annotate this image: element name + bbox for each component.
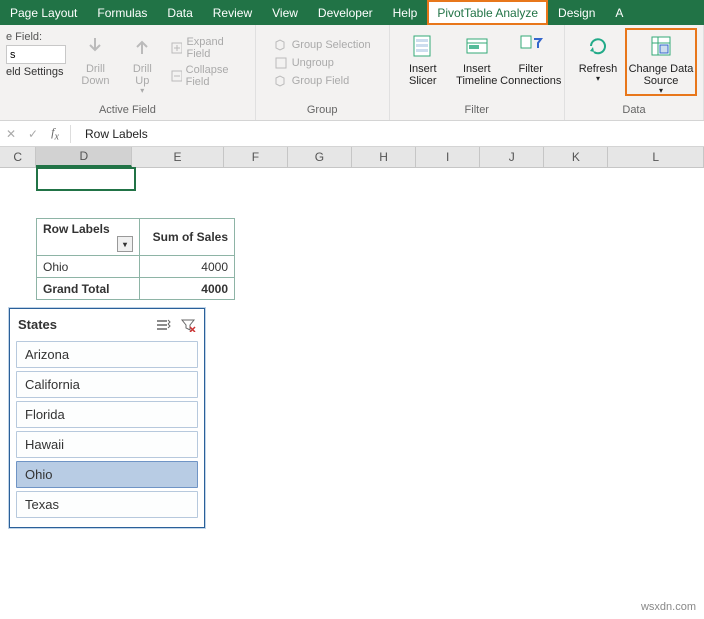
group-label-filter: Filter <box>465 102 489 118</box>
column-header-d[interactable]: D <box>36 147 132 167</box>
collapse-field-button[interactable]: Collapse Field <box>166 62 249 90</box>
multi-select-icon[interactable] <box>156 318 172 332</box>
filter-connections-icon <box>517 32 545 60</box>
slicer-item[interactable]: Ohio <box>16 461 198 488</box>
group-group: Group Selection Ungroup Group Field Grou… <box>256 25 390 120</box>
group-selection-icon <box>274 38 288 52</box>
pivot-grand-total-label: Grand Total <box>37 278 140 300</box>
slicer-states[interactable]: States Arizona California Florida Hawaii Ohi… <box>9 308 205 528</box>
slicer-item[interactable]: Florida <box>16 401 198 428</box>
worksheet[interactable]: Row Labels ▾ Sum of Sales Ohio4000 Grand… <box>0 168 704 598</box>
column-header-k[interactable]: K <box>544 147 608 167</box>
pivot-table[interactable]: Row Labels ▾ Sum of Sales Ohio4000 Grand… <box>36 218 235 300</box>
fx-icon[interactable]: fx <box>44 125 66 142</box>
change-data-source-icon <box>647 32 675 60</box>
ungroup-icon <box>274 56 288 70</box>
collapse-icon <box>170 69 182 83</box>
slicer-icon <box>409 32 437 60</box>
tab-developer[interactable]: Developer <box>308 0 383 25</box>
change-data-source-button[interactable]: Change Data Source <box>625 28 697 96</box>
filter-connections-button[interactable]: Filter Connections <box>504 28 558 87</box>
slicer-item[interactable]: Arizona <box>16 341 198 368</box>
ungroup-button[interactable]: Ungroup <box>270 54 375 72</box>
ribbon-tabs: Page Layout Formulas Data Review View De… <box>0 0 704 25</box>
group-field-button[interactable]: Group Field <box>270 72 375 90</box>
refresh-button[interactable]: Refresh <box>571 28 625 84</box>
tab-formulas[interactable]: Formulas <box>87 0 157 25</box>
tab-a[interactable]: A <box>605 0 633 25</box>
group-label-data: Data <box>622 102 645 118</box>
group-selection-button[interactable]: Group Selection <box>270 36 375 54</box>
tab-pivottable-analyze[interactable]: PivotTable Analyze <box>427 0 548 25</box>
drill-down-button[interactable]: Drill Down <box>72 28 119 87</box>
formula-bar: ✕ ✓ fx Row Labels <box>0 121 704 147</box>
tab-view[interactable]: View <box>262 0 308 25</box>
pivot-row[interactable]: Ohio4000 <box>37 256 235 278</box>
field-settings-button[interactable]: eld Settings <box>6 66 66 78</box>
pivot-value-header: Sum of Sales <box>140 219 235 256</box>
slicer-item[interactable]: Hawaii <box>16 431 198 458</box>
timeline-icon <box>463 32 491 60</box>
group-label-group: Group <box>307 102 338 118</box>
drill-up-icon <box>128 32 156 60</box>
tab-design[interactable]: Design <box>548 0 605 25</box>
slicer-item[interactable]: Texas <box>16 491 198 518</box>
group-active-field: e Field: eld Settings Drill Down Drill U… <box>0 25 256 120</box>
watermark: wsxdn.com <box>641 601 696 613</box>
expand-field-button[interactable]: Expand Field <box>166 34 249 62</box>
tab-review[interactable]: Review <box>203 0 262 25</box>
column-header-i[interactable]: I <box>416 147 480 167</box>
cancel-formula-icon[interactable]: ✕ <box>0 127 22 141</box>
insert-timeline-button[interactable]: Insert Timeline <box>450 28 504 87</box>
column-header-c[interactable]: C <box>0 147 36 167</box>
ribbon: e Field: eld Settings Drill Down Drill U… <box>0 25 704 121</box>
group-label-active-field: Active Field <box>99 102 156 118</box>
column-headers: CDEFGHIJKL <box>0 147 704 168</box>
clear-filter-icon[interactable] <box>180 318 196 332</box>
cell-selection <box>36 167 136 191</box>
pivot-row-value: 4000 <box>140 256 235 278</box>
group-data: Refresh Change Data Source Data <box>565 25 704 120</box>
filter-dropdown-icon[interactable]: ▾ <box>117 236 133 252</box>
pivot-row-header[interactable]: Row Labels ▾ <box>37 219 140 256</box>
insert-slicer-button[interactable]: Insert Slicer <box>396 28 450 87</box>
pivot-row-label: Ohio <box>37 256 140 278</box>
slicer-item[interactable]: California <box>16 371 198 398</box>
column-header-g[interactable]: G <box>288 147 352 167</box>
group-field-icon <box>274 74 288 88</box>
active-field-label: e Field: <box>6 31 66 43</box>
group-filter: Insert Slicer Insert Timeline Filter Con… <box>390 25 565 120</box>
drill-down-icon <box>81 32 109 60</box>
pivot-grand-total-value: 4000 <box>140 278 235 300</box>
refresh-icon <box>584 32 612 60</box>
column-header-f[interactable]: F <box>224 147 288 167</box>
formula-value[interactable]: Row Labels <box>75 127 148 141</box>
accept-formula-icon[interactable]: ✓ <box>22 127 44 141</box>
expand-icon <box>170 41 183 55</box>
active-field-input[interactable] <box>6 45 66 64</box>
tab-data[interactable]: Data <box>157 0 202 25</box>
column-header-e[interactable]: E <box>132 147 224 167</box>
tab-help[interactable]: Help <box>383 0 428 25</box>
tab-page-layout[interactable]: Page Layout <box>0 0 87 25</box>
drill-up-button[interactable]: Drill Up <box>119 28 166 96</box>
slicer-title: States <box>18 317 57 332</box>
column-header-j[interactable]: J <box>480 147 544 167</box>
column-header-l[interactable]: L <box>608 147 704 167</box>
column-header-h[interactable]: H <box>352 147 416 167</box>
